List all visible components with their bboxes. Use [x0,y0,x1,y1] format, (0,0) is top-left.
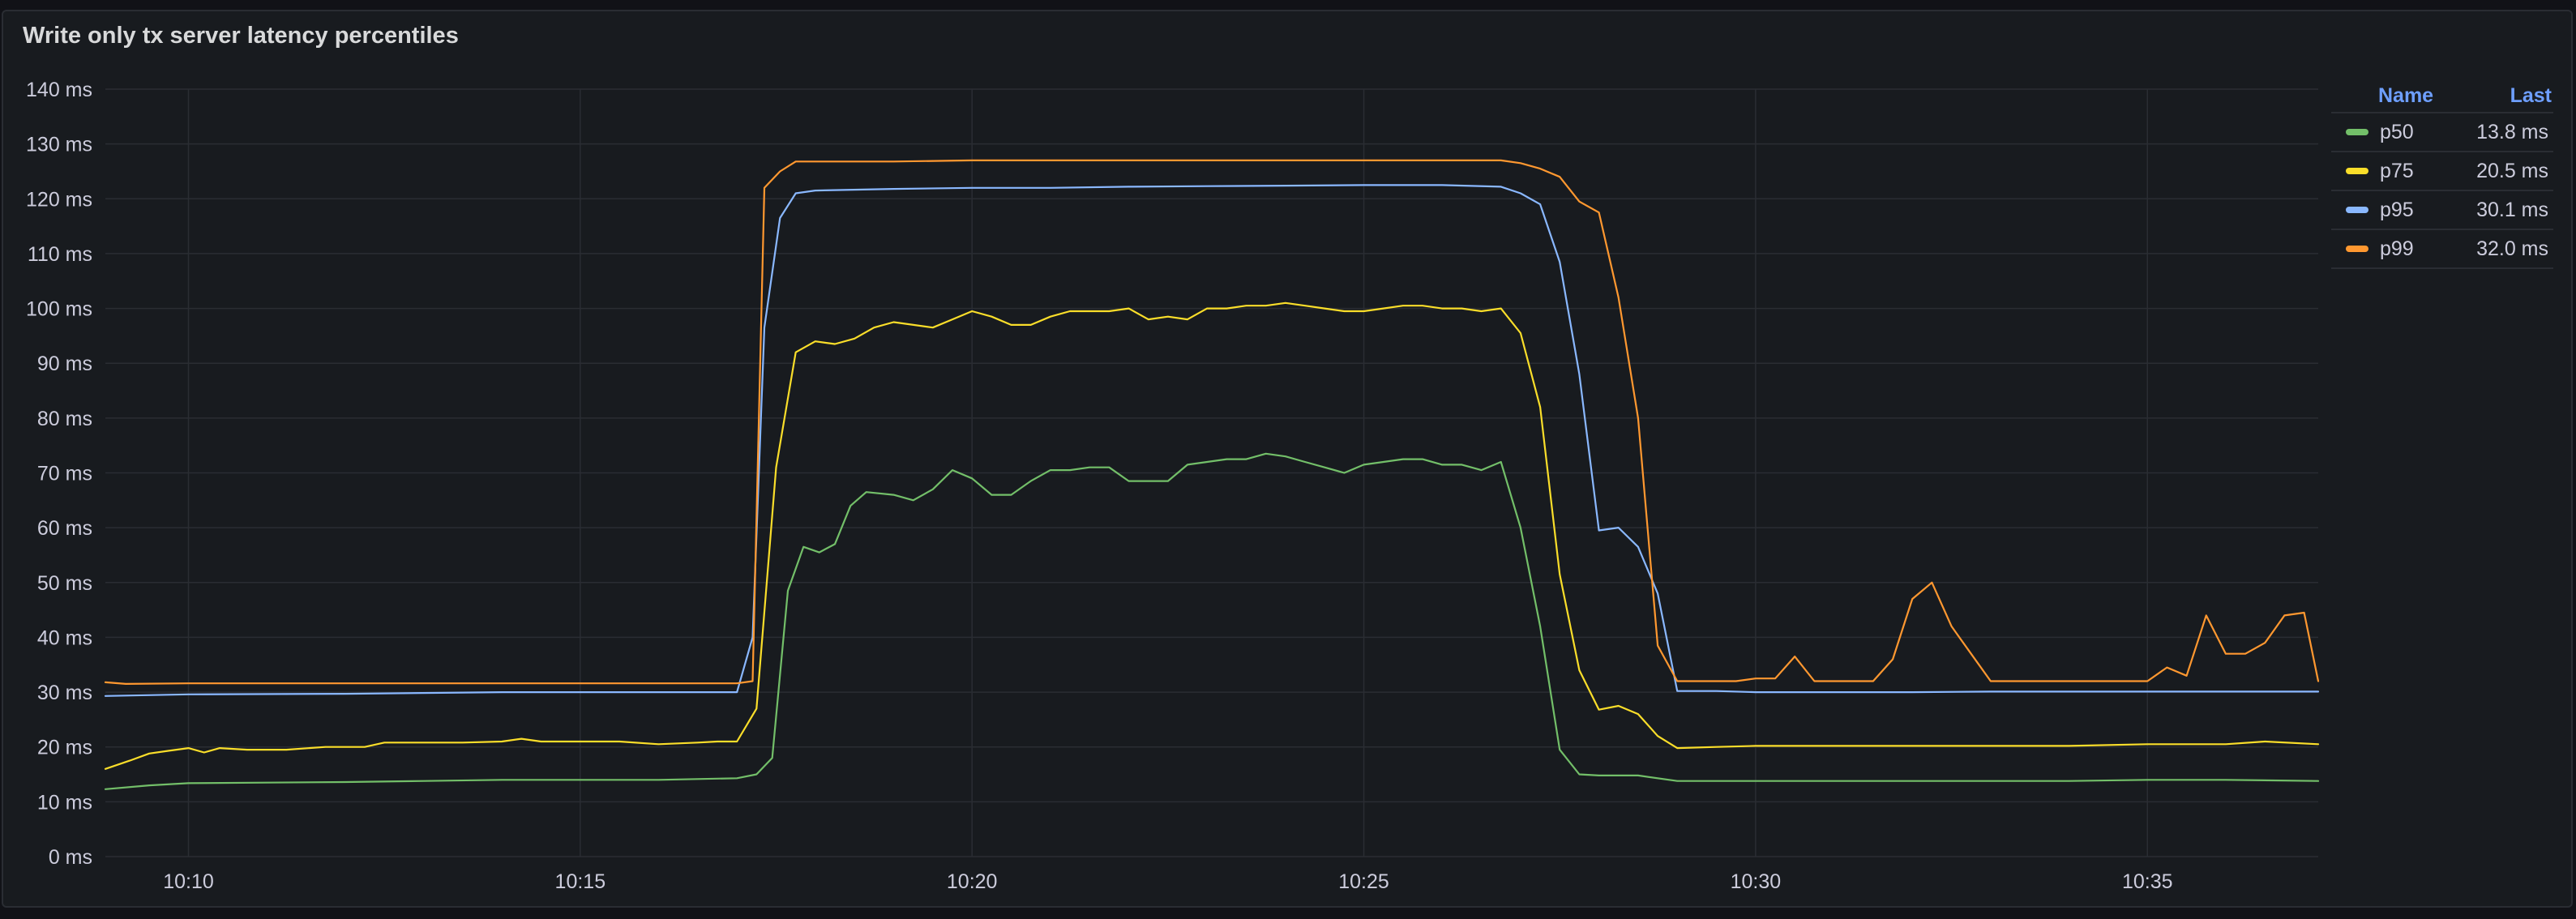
y-tick-label: 90 ms [37,353,92,375]
y-tick-label: 80 ms [37,408,92,430]
legend-item-name: p99 [2380,237,2414,260]
series-line-p99 [104,159,2320,685]
series-color-swatch [2346,168,2368,174]
legend-item-last: 30.1 ms [2476,198,2548,221]
x-axis: 10:10 10:15 10:20 10:25 10:30 10:35 [163,870,2172,893]
legend-item-name: p75 [2380,159,2414,182]
y-tick-label: 110 ms [28,243,92,266]
y-axis: 0 ms 10 ms 20 ms 30 ms 40 ms 50 ms 60 ms 70 ms 8… [26,79,92,869]
y-tick-label: 100 ms [26,298,92,321]
series-color-swatch [2346,207,2368,213]
series-line-p95 [104,184,2320,697]
legend-item-name: p50 [2380,120,2414,143]
x-tick-label: 10:25 [1338,870,1389,893]
y-tick-label: 40 ms [37,626,92,649]
legend-item-last: 20.5 ms [2476,159,2548,182]
x-tick-label: 10:10 [163,870,214,893]
grid [105,88,2318,857]
y-tick-label: 10 ms [37,791,92,814]
legend: Name Last p50 13.8 ms p75 20.5 ms p95 30… [2331,79,2553,269]
legend-item-p50[interactable]: p50 13.8 ms [2331,113,2553,152]
legend-item-p75[interactable]: p75 20.5 ms [2331,152,2553,191]
series [104,159,2320,790]
y-tick-label: 70 ms [37,463,92,485]
x-tick-label: 10:30 [1731,870,1782,893]
legend-item-p95[interactable]: p95 30.1 ms [2331,191,2553,230]
x-tick-label: 10:20 [947,870,998,893]
legend-item-last: 32.0 ms [2476,237,2548,260]
y-tick-label: 30 ms [37,682,92,704]
y-tick-label: 20 ms [37,737,92,759]
y-tick-label: 140 ms [26,79,92,101]
series-color-swatch [2346,246,2368,252]
series-line-p75 [104,301,2320,770]
legend-item-last: 13.8 ms [2476,120,2548,143]
legend-last-header[interactable]: Last [2510,84,2553,108]
legend-item-p99[interactable]: p99 32.0 ms [2331,230,2553,269]
legend-name-header[interactable]: Name [2331,84,2510,108]
legend-item-name: p95 [2380,198,2414,221]
series-line-p50 [104,452,2320,790]
x-tick-label: 10:15 [555,870,606,893]
legend-header: Name Last [2331,79,2553,113]
latency-chart: 0 ms 10 ms 20 ms 30 ms 40 ms 50 ms 60 ms 70 ms 8… [26,79,2320,893]
series-color-swatch [2346,129,2368,135]
y-tick-label: 0 ms [49,846,92,869]
y-tick-label: 60 ms [37,517,92,540]
y-tick-label: 120 ms [26,188,92,211]
y-tick-label: 130 ms [26,134,92,156]
y-tick-label: 50 ms [37,572,92,595]
x-tick-label: 10:35 [2122,870,2173,893]
